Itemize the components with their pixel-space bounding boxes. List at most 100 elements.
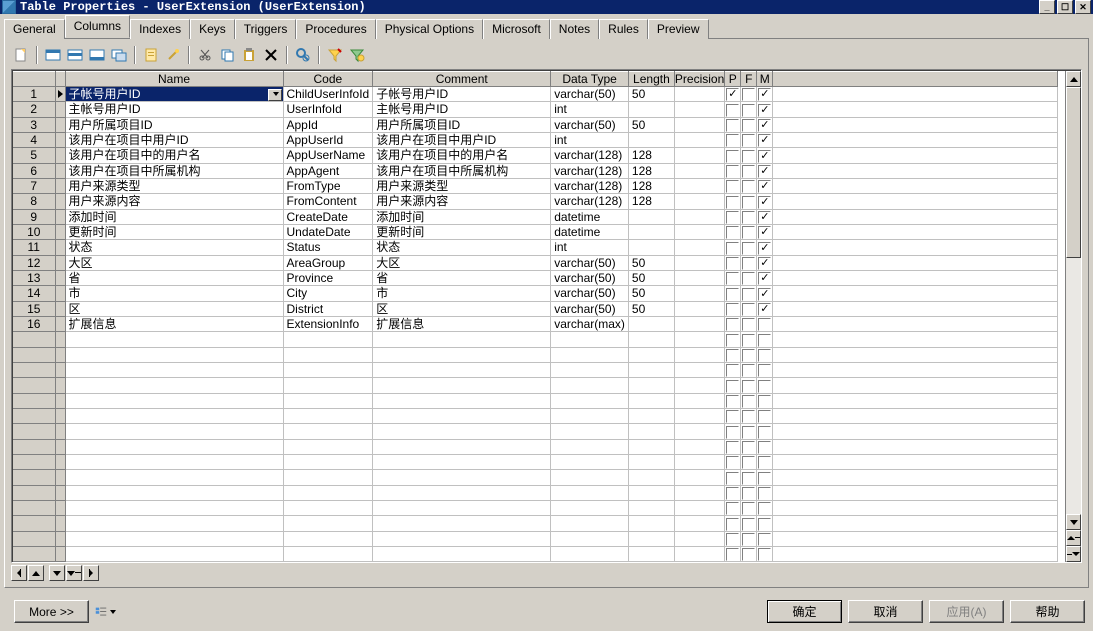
cell-code[interactable] bbox=[283, 485, 373, 500]
cell-f[interactable] bbox=[741, 255, 757, 270]
cell-name[interactable] bbox=[65, 424, 283, 439]
cell-precision[interactable] bbox=[674, 87, 724, 102]
cell-p[interactable] bbox=[725, 87, 741, 102]
row-number[interactable]: 3 bbox=[13, 117, 55, 132]
cell-length[interactable]: 50 bbox=[628, 87, 674, 102]
cell-p[interactable] bbox=[725, 148, 741, 163]
row-number[interactable]: 1 bbox=[13, 87, 55, 102]
table-row-empty[interactable] bbox=[13, 378, 1058, 393]
row-number[interactable] bbox=[13, 408, 55, 423]
cell-name[interactable]: 子帐号用户ID bbox=[65, 87, 283, 102]
cell-f[interactable] bbox=[741, 531, 757, 546]
cell-datatype[interactable] bbox=[551, 424, 629, 439]
cell-length[interactable] bbox=[628, 424, 674, 439]
cell-length[interactable]: 50 bbox=[628, 117, 674, 132]
cell-name[interactable] bbox=[65, 378, 283, 393]
table-row[interactable]: 3用户所属项目IDAppId用户所属项目IDvarchar(50)50 bbox=[13, 117, 1058, 132]
wand-icon[interactable] bbox=[163, 45, 183, 65]
table-row[interactable]: 8用户来源内容FromContent用户来源内容varchar(128)128 bbox=[13, 194, 1058, 209]
cell-code[interactable]: Province bbox=[283, 270, 373, 285]
table-row[interactable]: 5该用户在项目中的用户名AppUserName该用户在项目中的用户名varcha… bbox=[13, 148, 1058, 163]
table-row[interactable]: 7用户来源类型FromType用户来源类型varchar(128)128 bbox=[13, 178, 1058, 193]
table-row[interactable]: 12大区AreaGroup大区varchar(50)50 bbox=[13, 255, 1058, 270]
cell-length[interactable] bbox=[628, 209, 674, 224]
cell-precision[interactable] bbox=[674, 163, 724, 178]
cell-name[interactable] bbox=[65, 500, 283, 515]
cell-datatype[interactable]: varchar(128) bbox=[551, 163, 629, 178]
cell-precision[interactable] bbox=[674, 500, 724, 515]
cell-length[interactable] bbox=[628, 378, 674, 393]
cell-length[interactable]: 50 bbox=[628, 270, 674, 285]
scroll-page-up-button[interactable] bbox=[1066, 530, 1081, 546]
cell-name[interactable]: 添加时间 bbox=[65, 209, 283, 224]
cell-f[interactable] bbox=[741, 286, 757, 301]
table-row[interactable]: 9添加时间CreateDate添加时间datetime bbox=[13, 209, 1058, 224]
cell-precision[interactable] bbox=[674, 132, 724, 147]
cell-comment[interactable]: 主帐号用户ID bbox=[373, 102, 551, 117]
nav-down-bar-button[interactable] bbox=[66, 565, 82, 581]
cell-code[interactable] bbox=[283, 378, 373, 393]
cell-comment[interactable] bbox=[373, 470, 551, 485]
cell-m[interactable] bbox=[757, 148, 773, 163]
cell-precision[interactable] bbox=[674, 240, 724, 255]
cell-p[interactable] bbox=[725, 270, 741, 285]
cell-name[interactable] bbox=[65, 531, 283, 546]
filter-icon[interactable] bbox=[325, 45, 345, 65]
cell-precision[interactable] bbox=[674, 531, 724, 546]
cell-name[interactable] bbox=[65, 347, 283, 362]
cell-code[interactable]: UndateDate bbox=[283, 224, 373, 239]
cell-name[interactable]: 用户来源类型 bbox=[65, 178, 283, 193]
cell-m[interactable] bbox=[757, 224, 773, 239]
cell-length[interactable]: 50 bbox=[628, 286, 674, 301]
cell-m[interactable] bbox=[757, 102, 773, 117]
cell-length[interactable]: 50 bbox=[628, 255, 674, 270]
cell-code[interactable]: District bbox=[283, 301, 373, 316]
cell-datatype[interactable] bbox=[551, 393, 629, 408]
col-header[interactable]: M bbox=[757, 72, 773, 87]
cell-precision[interactable] bbox=[674, 362, 724, 377]
cell-length[interactable] bbox=[628, 316, 674, 331]
cell-f[interactable] bbox=[741, 485, 757, 500]
row-number[interactable] bbox=[13, 454, 55, 469]
table-row[interactable]: 15区District区varchar(50)50 bbox=[13, 301, 1058, 316]
cell-precision[interactable] bbox=[674, 424, 724, 439]
cell-m[interactable] bbox=[757, 301, 773, 316]
table-row-empty[interactable] bbox=[13, 439, 1058, 454]
nav-down-button[interactable] bbox=[49, 565, 65, 581]
cell-name[interactable]: 状态 bbox=[65, 240, 283, 255]
cell-comment[interactable]: 状态 bbox=[373, 240, 551, 255]
cell-m[interactable] bbox=[757, 500, 773, 515]
cell-p[interactable] bbox=[725, 531, 741, 546]
cell-f[interactable] bbox=[741, 148, 757, 163]
cell-name[interactable]: 该用户在项目中所属机构 bbox=[65, 163, 283, 178]
cell-datatype[interactable]: varchar(128) bbox=[551, 178, 629, 193]
cell-p[interactable] bbox=[725, 132, 741, 147]
cell-length[interactable] bbox=[628, 408, 674, 423]
cell-precision[interactable] bbox=[674, 485, 724, 500]
table-row[interactable]: 2主帐号用户IDUserInfoId主帐号用户IDint bbox=[13, 102, 1058, 117]
cell-p[interactable] bbox=[725, 500, 741, 515]
tab-general[interactable]: General bbox=[4, 19, 65, 39]
cell-precision[interactable] bbox=[674, 454, 724, 469]
cell-code[interactable] bbox=[283, 393, 373, 408]
table-row[interactable]: 13省Province省varchar(50)50 bbox=[13, 270, 1058, 285]
table-row[interactable]: 6该用户在项目中所属机构AppAgent该用户在项目中所属机构varchar(1… bbox=[13, 163, 1058, 178]
row-number[interactable] bbox=[13, 362, 55, 377]
cell-precision[interactable] bbox=[674, 148, 724, 163]
nav-last-button[interactable] bbox=[83, 565, 99, 581]
cell-name[interactable]: 省 bbox=[65, 270, 283, 285]
cell-comment[interactable]: 省 bbox=[373, 270, 551, 285]
row-number[interactable]: 2 bbox=[13, 102, 55, 117]
table-row-empty[interactable] bbox=[13, 408, 1058, 423]
cell-datatype[interactable] bbox=[551, 347, 629, 362]
cell-precision[interactable] bbox=[674, 224, 724, 239]
cell-f[interactable] bbox=[741, 102, 757, 117]
cell-comment[interactable] bbox=[373, 362, 551, 377]
col-header[interactable]: P bbox=[725, 72, 741, 87]
cell-m[interactable] bbox=[757, 132, 773, 147]
cell-m[interactable] bbox=[757, 209, 773, 224]
cell-length[interactable] bbox=[628, 347, 674, 362]
cell-f[interactable] bbox=[741, 516, 757, 531]
cell-name[interactable] bbox=[65, 408, 283, 423]
cell-p[interactable] bbox=[725, 178, 741, 193]
